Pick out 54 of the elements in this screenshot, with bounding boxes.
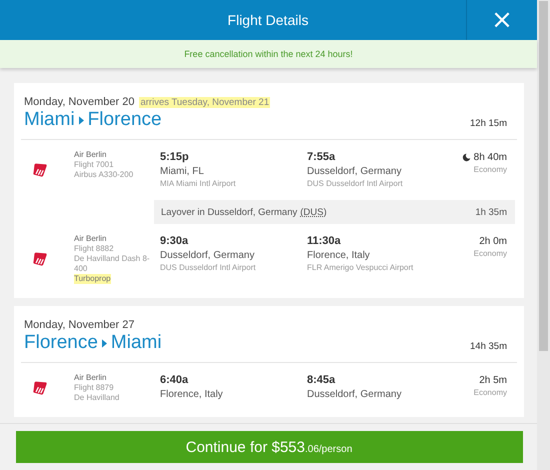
airline-logo-icon	[32, 162, 48, 178]
total-duration: 12h 15m	[470, 118, 507, 131]
airline-name: Air Berlin	[74, 234, 108, 244]
segment-duration: 2h 5m	[479, 374, 507, 388]
city-text: Florence, Italy	[160, 388, 224, 401]
airport-text: DUS Dusseldorf Intl Airport	[160, 262, 257, 274]
aircraft-type: De Havilland Dash 8-400	[74, 254, 150, 274]
moon-icon	[462, 153, 471, 162]
cabin-class: Economy	[474, 165, 507, 174]
destination-city: Florence	[88, 109, 162, 131]
aircraft-note: Turboprop	[74, 274, 111, 284]
segment-duration: 2h 0m	[479, 235, 507, 249]
airport-text: MIA Miami Intl Airport	[160, 178, 237, 190]
aircraft-type: De Havilland	[74, 393, 120, 403]
flight-number: Flight 8882	[74, 244, 115, 254]
city-text: Dusseldorf, Germany	[307, 388, 402, 401]
city-text: Miami, FL	[160, 165, 205, 178]
aircraft-type: Airbus A330-200	[74, 170, 134, 180]
arrow-icon	[102, 338, 107, 348]
total-duration: 14h 35m	[470, 341, 507, 354]
city-text: Florence, Italy	[307, 249, 371, 262]
cabin-class: Economy	[474, 249, 507, 258]
segment-duration: 8h 40m	[474, 151, 507, 165]
layover-duration: 1h 35m	[475, 206, 507, 218]
arrival-note: arrives Tuesday, November 21	[139, 97, 270, 108]
layover-text: Layover in Dusseldorf, Germany	[161, 206, 298, 218]
destination-city: Miami	[110, 332, 162, 354]
airline-logo-icon	[32, 251, 48, 267]
time-text: 9:30a	[160, 234, 190, 249]
airport-code: (DUS)	[300, 206, 327, 218]
airport-text: FLR Amerigo Vespucci Airport	[307, 262, 414, 274]
window-title: Flight Details	[226, 11, 310, 30]
date-text: Monday, November 27	[24, 319, 134, 331]
flight-number: Flight 7001	[74, 160, 115, 170]
city-text: Dusseldorf, Germany	[160, 249, 256, 262]
flight-number: Flight 8879	[74, 383, 115, 393]
airline-name: Air Berlin	[74, 373, 108, 383]
time-text: 7:55a	[307, 150, 336, 165]
arrow-icon	[78, 116, 84, 124]
origin-city: Miami	[24, 109, 75, 131]
airline-logo-icon	[32, 380, 48, 396]
airport-text: DUS Dusseldorf Intl Airport	[307, 178, 404, 190]
continue-button[interactable]: Continue for $553.06/person	[16, 431, 522, 463]
airline-name: Air Berlin	[74, 150, 108, 160]
time-text: 6:40a	[160, 373, 190, 388]
time-text: 5:15p	[160, 150, 190, 165]
city-text: Dusseldorf, Germany	[307, 165, 402, 178]
time-text: 11:30a	[307, 234, 342, 249]
notice-text: Free cancellation within the next 24 hours!	[184, 49, 353, 59]
scrollbar-thumb[interactable]	[539, 1, 548, 351]
date-text: Monday, November 20	[24, 96, 134, 108]
origin-city: Florence	[24, 332, 98, 354]
cabin-class: Economy	[474, 388, 507, 397]
time-text: 8:45a	[307, 373, 336, 388]
